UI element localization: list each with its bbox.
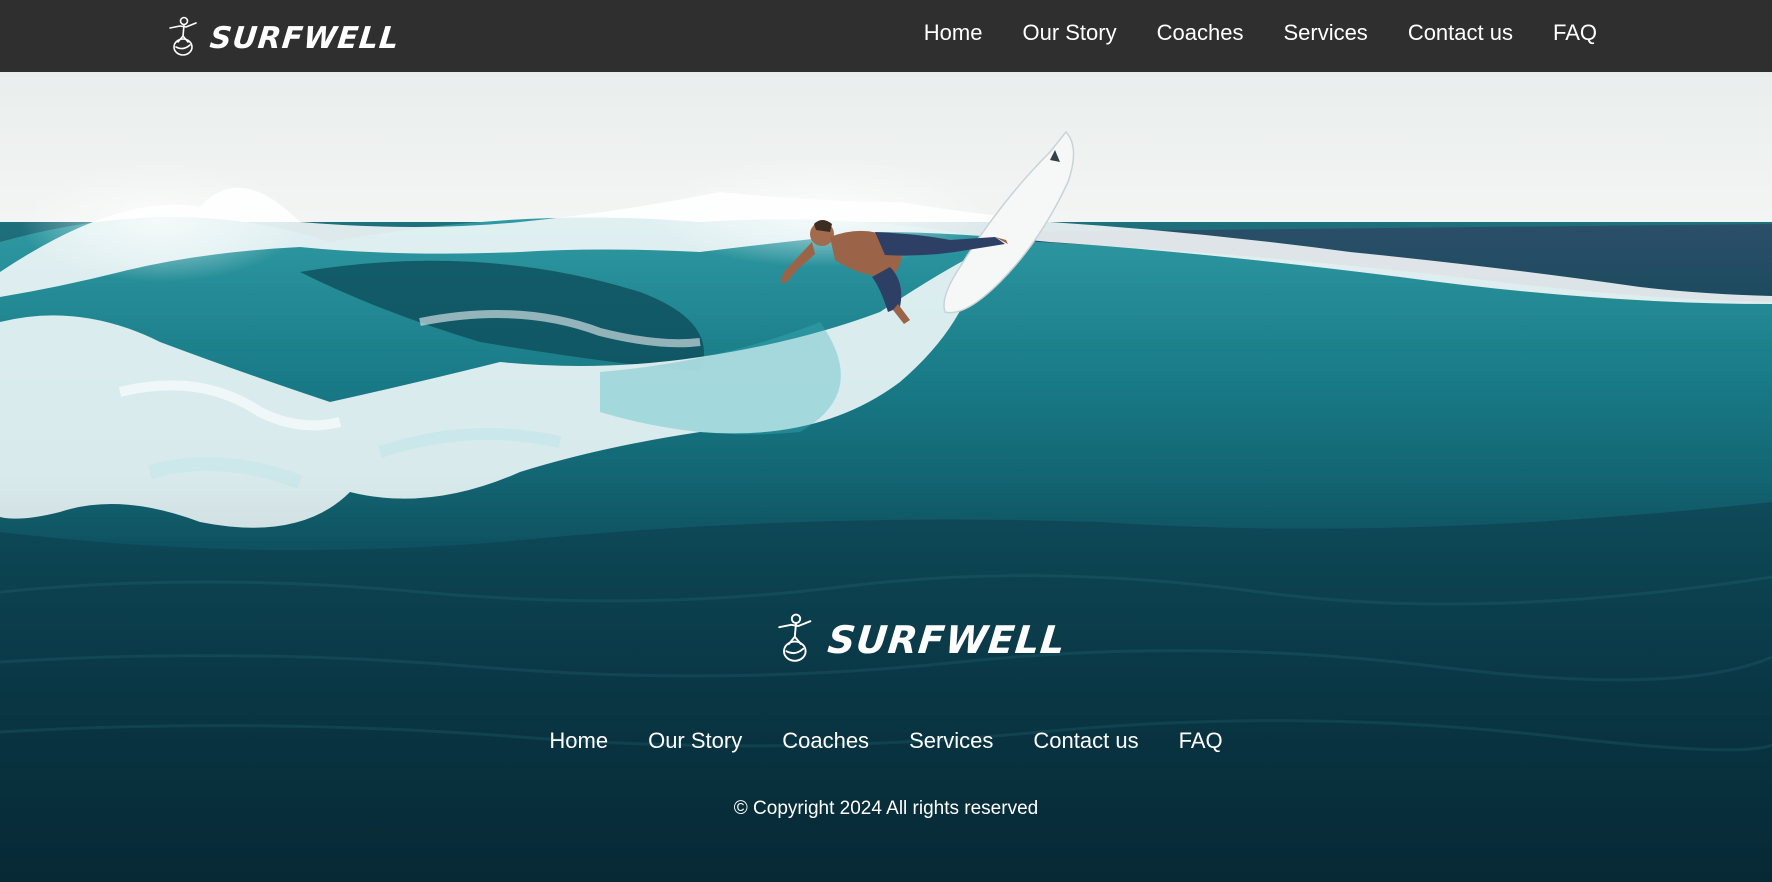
footer-brand-name: SURFWELL <box>825 618 1069 662</box>
footer-link-our-story[interactable]: Our Story <box>648 728 742 754</box>
nav-link-home[interactable]: Home <box>924 20 983 46</box>
footer-link-contact-us[interactable]: Contact us <box>1033 728 1138 754</box>
top-nav-bar: SURFWELL Home Our Story Coaches Services… <box>0 0 1772 72</box>
footer-link-home[interactable]: Home <box>549 728 608 754</box>
brand-logo-link[interactable]: SURFWELL <box>164 14 402 63</box>
nav-link-contact-us[interactable]: Contact us <box>1408 20 1513 46</box>
footer-navigation: Home Our Story Coaches Services Contact … <box>0 728 1772 754</box>
footer-link-faq[interactable]: FAQ <box>1179 728 1223 754</box>
copyright-text: © Copyright 2024 All rights reserved <box>733 798 1039 819</box>
footer-link-coaches[interactable]: Coaches <box>782 728 869 754</box>
surfer-icon <box>772 610 820 671</box>
nav-link-our-story[interactable]: Our Story <box>1022 20 1116 46</box>
page: SURFWELL Home Our Story Coaches Services… <box>0 0 1772 882</box>
nav-link-services[interactable]: Services <box>1283 20 1367 46</box>
footer-link-services[interactable]: Services <box>909 728 993 754</box>
footer-brand[interactable]: SURFWELL <box>772 610 1069 671</box>
main-navigation: Home Our Story Coaches Services Contact … <box>924 0 1597 66</box>
brand-name: SURFWELL <box>208 20 402 56</box>
nav-link-faq[interactable]: FAQ <box>1553 20 1597 46</box>
surfer-icon <box>164 14 204 63</box>
hero-surf-image <box>0 72 1772 882</box>
nav-link-coaches[interactable]: Coaches <box>1157 20 1244 46</box>
